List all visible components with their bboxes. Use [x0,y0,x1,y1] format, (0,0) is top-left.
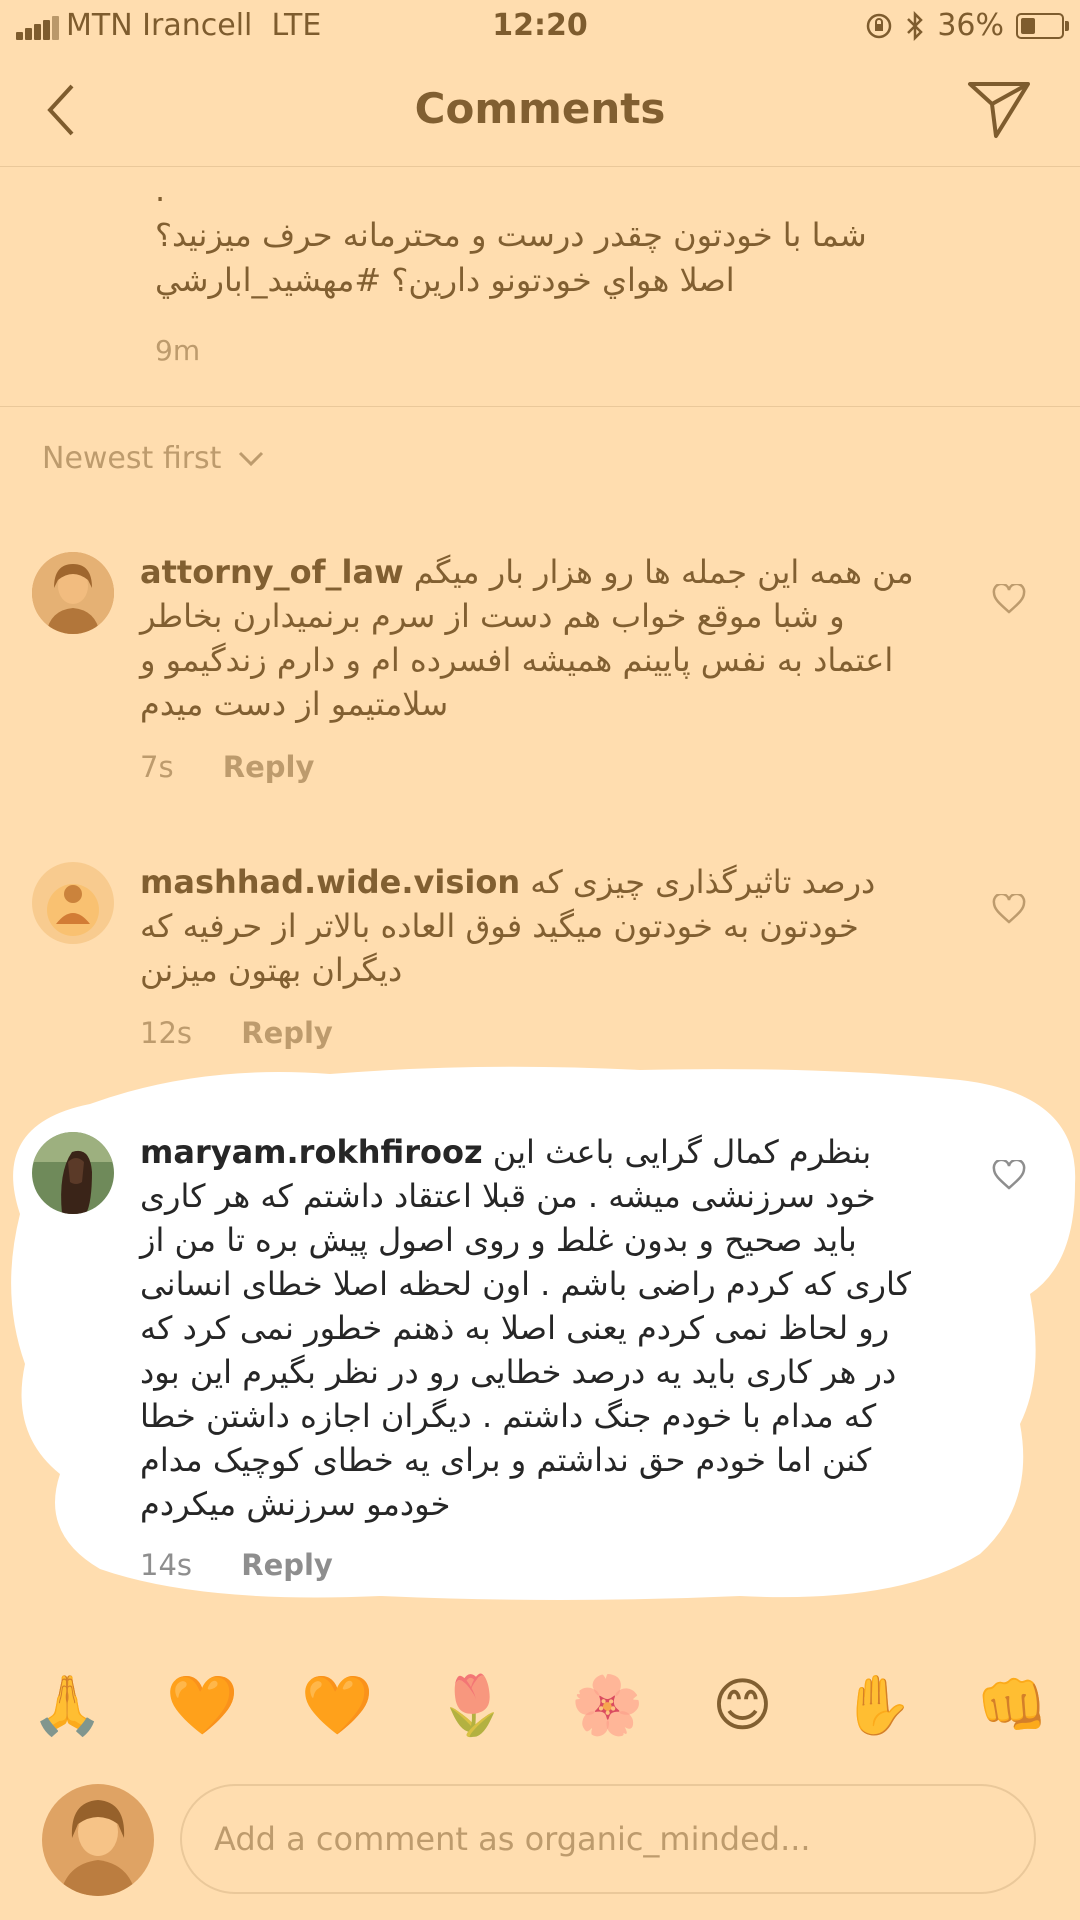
comment-username[interactable]: maryam.rokhfirooz [140,1133,483,1171]
comment-meta: 7s Reply [140,750,314,784]
nav-bar: Comments [0,54,1080,167]
comment-item: attorny_of_law من همه این جمله ها رو هزا… [0,550,1080,790]
heart-icon[interactable] [992,894,1026,924]
orientation-lock-icon [867,13,892,38]
comment-username[interactable]: attorny_of_law [140,553,404,591]
caption-line: . [155,171,166,209]
comment-username[interactable]: mashhad.wide.vision [140,863,520,901]
comment-item: maryam.rokhfirooz بنظرم کمال گرایی باعث … [0,1130,1080,1590]
sort-dropdown[interactable]: Newest first [42,441,265,476]
my-avatar [42,1784,154,1896]
reply-button[interactable]: Reply [223,750,315,784]
comments-screen: MTN Irancell LTE 12:20 36% Comments . شم… [0,0,1080,1920]
battery-percent: 36% [937,8,1004,43]
emoji-button[interactable]: 🙏 [23,1671,113,1740]
comment-item: mashhad.wide.vision درصد تاثیرگذاری چیزی… [0,860,1080,1060]
emoji-button[interactable]: 🌸 [563,1671,653,1740]
emoji-button[interactable]: 🧡 [293,1671,383,1740]
avatar[interactable] [32,862,114,944]
comment-time: 7s [140,750,174,784]
avatar[interactable] [32,1132,114,1214]
comment-text: attorny_of_law من همه این جمله ها رو هزا… [140,550,920,726]
caption-timestamp: 9m [155,334,201,367]
comment-body: بنظرم کمال گرایی باعث این خود سرزنشی میش… [140,1133,911,1523]
emoji-button[interactable]: 🌷 [428,1671,518,1740]
divider [0,406,1080,407]
post-caption: . شما با خودتون چقدر درست و محترمانه حرف… [155,168,915,303]
comment-meta: 12s Reply [140,1016,333,1050]
heart-icon[interactable] [992,1160,1026,1190]
battery-icon [1016,12,1069,39]
comment-composer: Add a comment as organic_minded... [0,1770,1080,1920]
battery-fill [1021,17,1035,34]
emoji-button[interactable]: 🧡 [158,1671,248,1740]
bluetooth-icon [907,10,924,41]
page-title: Comments [414,84,666,133]
comment-text: mashhad.wide.vision درصد تاثیرگذاری چیزی… [140,860,920,992]
comment-text: maryam.rokhfirooz بنظرم کمال گرایی باعث … [140,1130,920,1526]
reply-button[interactable]: Reply [241,1548,333,1582]
comment-input[interactable]: Add a comment as organic_minded... [180,1784,1036,1894]
caption-line: اصلا هواي خودتونو دارين؟ #مهشيد_ابارشي [155,261,735,299]
comment-meta: 14s Reply [140,1548,333,1582]
chevron-down-icon [239,451,264,466]
paper-plane-icon[interactable] [966,78,1032,140]
reply-button[interactable]: Reply [241,1016,333,1050]
emoji-quick-bar: 🙏 🧡 🧡 🌷 🌸 😊 ✋ 👊 [0,1660,1080,1750]
status-bar: MTN Irancell LTE 12:20 36% [0,0,1080,54]
caption-line: شما با خودتون چقدر درست و محترمانه حرف م… [155,216,867,254]
heart-icon[interactable] [992,584,1026,614]
avatar[interactable] [32,552,114,634]
sort-label: Newest first [42,441,222,476]
emoji-button[interactable]: 😊 [698,1671,788,1739]
comment-time: 12s [140,1016,193,1050]
emoji-button[interactable]: 👊 [968,1671,1058,1740]
emoji-button[interactable]: ✋ [833,1671,923,1740]
comment-time: 14s [140,1548,193,1582]
status-right: 36% [865,8,1069,43]
